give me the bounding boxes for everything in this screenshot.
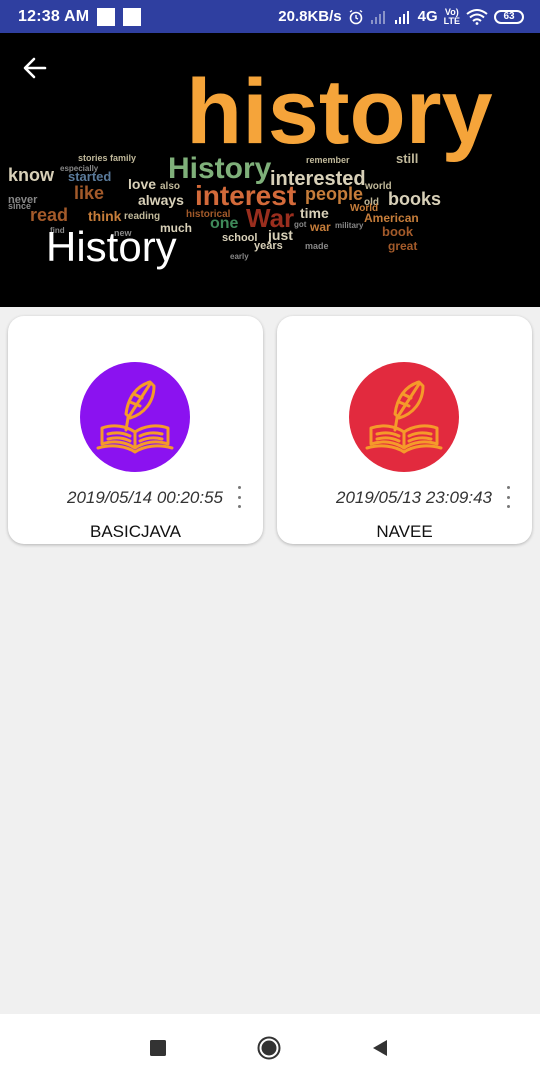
svg-text:military: military <box>335 221 364 230</box>
history-card[interactable]: 2019/05/14 00:20:55 BASICJAVA <box>8 316 263 544</box>
page-title: History <box>46 223 177 270</box>
svg-text:read: read <box>30 205 68 225</box>
svg-text:like: like <box>74 183 104 203</box>
avatar <box>349 362 459 472</box>
dot-icon <box>506 495 510 499</box>
volte-bottom: LTE <box>443 15 460 26</box>
svg-text:got: got <box>294 220 307 229</box>
wifi-icon <box>466 8 488 25</box>
svg-text:still: still <box>396 151 418 166</box>
history-name: BASICJAVA <box>89 522 181 541</box>
svg-text:years: years <box>254 240 283 252</box>
overflow-menu-button[interactable] <box>233 486 245 508</box>
svg-text:history: history <box>186 61 493 163</box>
dot-icon <box>237 486 241 489</box>
status-bar: 12:38 AM 20.8KB/s 4G Vo) LTE 63 <box>0 0 540 33</box>
volte-badge: Vo) LTE <box>443 7 460 26</box>
dot-icon <box>237 505 241 508</box>
history-card[interactable]: 2019/05/13 23:09:43 NAVEE <box>277 316 532 544</box>
status-time: 12:38 AM <box>18 7 90 25</box>
dot-icon <box>237 495 241 499</box>
network-type: 4G <box>417 8 438 25</box>
quill-book-icon <box>365 380 443 454</box>
recents-square-icon[interactable] <box>146 1036 170 1060</box>
network-speed: 20.8KB/s <box>278 8 342 25</box>
svg-text:remember: remember <box>306 155 350 165</box>
svg-text:World: World <box>350 203 378 214</box>
notification-icon <box>123 7 142 26</box>
history-date: 2019/05/14 00:20:55 <box>67 488 223 507</box>
svg-text:stories family: stories family <box>78 153 136 163</box>
history-date: 2019/05/13 23:09:43 <box>336 488 492 507</box>
svg-text:always: always <box>138 192 184 208</box>
battery-icon: 63 <box>494 9 524 24</box>
svg-text:early: early <box>230 252 249 261</box>
svg-text:books: books <box>388 189 441 209</box>
svg-text:reading: reading <box>124 211 160 222</box>
svg-text:world: world <box>364 181 392 192</box>
dot-icon <box>506 505 510 508</box>
svg-text:book: book <box>382 224 414 239</box>
svg-text:especially: especially <box>60 164 99 173</box>
svg-text:also: also <box>160 181 180 192</box>
home-circle-icon[interactable] <box>257 1036 281 1060</box>
signal-weak-icon <box>370 10 385 24</box>
svg-text:think: think <box>88 208 122 224</box>
quill-book-icon <box>96 380 174 454</box>
dot-icon <box>506 486 510 489</box>
avatar <box>80 362 190 472</box>
signal-strong-icon <box>394 10 409 24</box>
navigation-bar <box>0 1014 540 1080</box>
svg-text:school: school <box>222 232 257 244</box>
notification-icon <box>97 7 116 26</box>
alarm-icon <box>349 9 363 24</box>
history-name: NAVEE <box>376 522 433 541</box>
overflow-menu-button[interactable] <box>502 486 514 508</box>
svg-text:great: great <box>388 239 417 253</box>
svg-text:war: war <box>309 220 331 234</box>
svg-text:know: know <box>8 165 55 185</box>
svg-text:time: time <box>300 205 329 221</box>
svg-text:people: people <box>305 184 363 204</box>
svg-text:love: love <box>128 176 156 192</box>
svg-text:made: made <box>305 241 329 251</box>
header-banner: history History interested interest peop… <box>0 33 540 307</box>
svg-text:since: since <box>8 201 31 211</box>
back-button[interactable] <box>22 55 56 89</box>
back-triangle-icon[interactable] <box>368 1036 392 1060</box>
arrow-left-icon <box>23 57 47 79</box>
svg-text:historical: historical <box>186 209 231 220</box>
